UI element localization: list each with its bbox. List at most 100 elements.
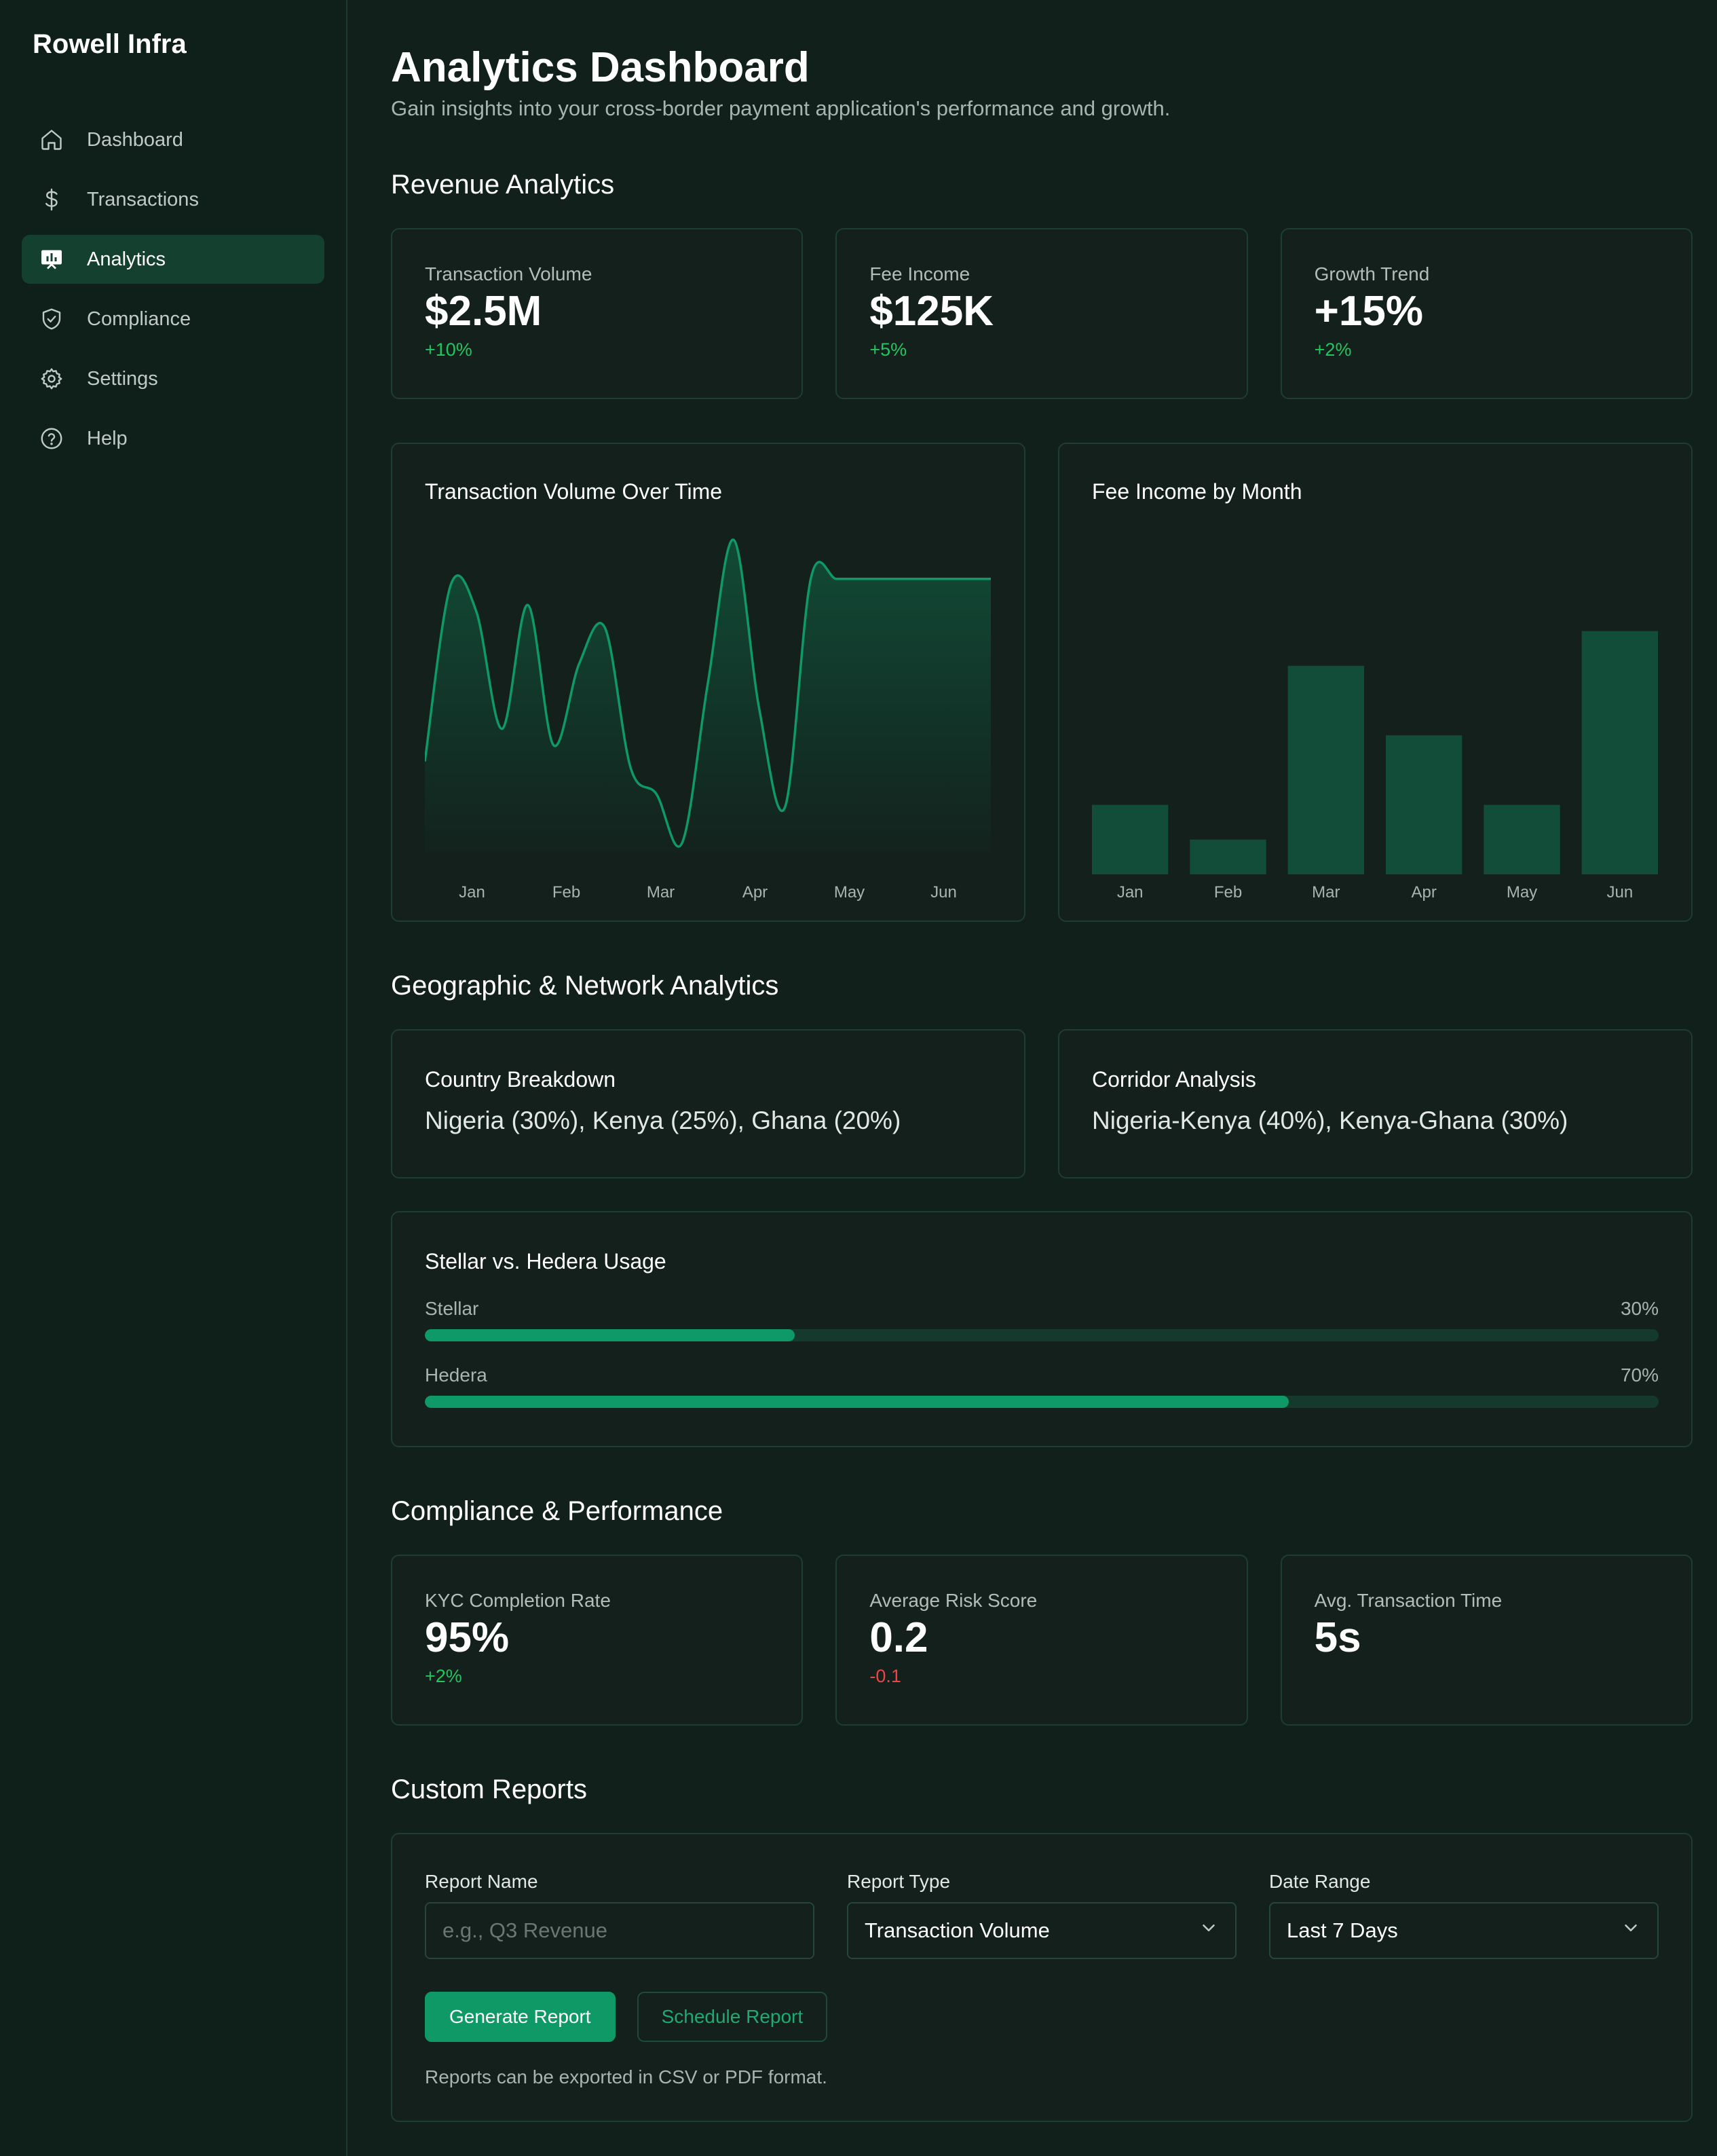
x-tick-label: Mar bbox=[647, 883, 675, 902]
stat-label: Fee Income bbox=[869, 263, 970, 284]
x-tick-label: May bbox=[1507, 883, 1537, 902]
stat-value: $125K bbox=[869, 288, 994, 335]
report-type-group: Report Type Transaction Volume bbox=[847, 1870, 1237, 1959]
fee-bar bbox=[1190, 839, 1266, 874]
geo-row: Country Breakdown Nigeria (30%), Kenya (… bbox=[391, 1029, 1693, 1178]
form-label: Report Type bbox=[847, 1871, 951, 1892]
usage-item-hedera: Hedera 70% bbox=[425, 1363, 1659, 1408]
sidebar-item-label: Compliance bbox=[87, 308, 191, 330]
card-title: Stellar vs. Hedera Usage bbox=[425, 1249, 666, 1274]
brand-logo[interactable]: Rowell Infra bbox=[22, 26, 324, 62]
chart-title: Transaction Volume Over Time bbox=[425, 479, 723, 504]
chart-title: Fee Income by Month bbox=[1092, 479, 1302, 504]
stat-card-transaction-volume: Transaction Volume $2.5M +10% bbox=[391, 228, 804, 399]
revenue-stats: Transaction Volume $2.5M +10% Fee Income… bbox=[391, 228, 1693, 399]
x-tick-label: Jan bbox=[459, 883, 485, 902]
form-label: Report Name bbox=[425, 1871, 538, 1892]
stat-label: Transaction Volume bbox=[425, 263, 592, 284]
stat-value: 5s bbox=[1314, 1614, 1361, 1661]
usage-percent: 30% bbox=[1620, 1298, 1659, 1319]
stat-label: KYC Completion Rate bbox=[425, 1590, 611, 1611]
x-tick-label: Jun bbox=[930, 883, 957, 902]
progress-track bbox=[425, 1396, 1659, 1408]
fee-bar bbox=[1287, 665, 1364, 874]
stat-value: 95% bbox=[425, 1614, 510, 1661]
stat-change: -0.1 bbox=[869, 1666, 901, 1686]
sidebar-item-analytics[interactable]: Analytics bbox=[22, 235, 324, 284]
page-subtitle: Gain insights into your cross-border pay… bbox=[391, 96, 1171, 120]
fee-bar bbox=[1484, 804, 1560, 874]
sidebar-nav: Dashboard Transactions Analytics Complia… bbox=[22, 115, 324, 463]
main-content: Analytics Dashboard Gain insights into y… bbox=[347, 0, 1717, 2156]
section-title-geo: Geographic & Network Analytics bbox=[391, 971, 779, 1001]
custom-report-form: Report Name Report Type Transaction Volu… bbox=[391, 1833, 1693, 2122]
stat-card-transaction-time: Avg. Transaction Time 5s bbox=[1280, 1555, 1693, 1726]
volume-chart-card: Transaction Volume Over Time Jan Feb Mar Ap… bbox=[391, 443, 1025, 922]
fee-bar bbox=[1581, 631, 1658, 874]
export-note: Reports can be exported in CSV or PDF fo… bbox=[425, 2066, 827, 2087]
gear-icon bbox=[38, 365, 65, 392]
schedule-report-button[interactable]: Schedule Report bbox=[637, 1992, 828, 2042]
stat-label: Avg. Transaction Time bbox=[1314, 1590, 1503, 1611]
stat-card-kyc: KYC Completion Rate 95% +2% bbox=[391, 1555, 804, 1726]
corridor-analysis-value: Nigeria-Kenya (40%), Kenya-Ghana (30%) bbox=[1092, 1107, 1568, 1134]
stat-value: 0.2 bbox=[869, 1614, 928, 1661]
home-icon bbox=[38, 126, 65, 153]
x-tick-label: Feb bbox=[552, 883, 580, 902]
progress-fill bbox=[425, 1329, 795, 1341]
section-title-compliance: Compliance & Performance bbox=[391, 1496, 723, 1526]
x-tick-label: Jan bbox=[1117, 883, 1144, 902]
network-usage-card: Stellar vs. Hedera Usage Stellar 30% Hed… bbox=[391, 1211, 1693, 1447]
sidebar-item-label: Dashboard bbox=[87, 128, 183, 151]
usage-item-stellar: Stellar 30% bbox=[425, 1297, 1659, 1341]
fee-bar bbox=[1386, 735, 1463, 874]
card-title: Corridor Analysis bbox=[1092, 1067, 1256, 1092]
x-tick-label: Apr bbox=[1411, 883, 1436, 902]
x-tick-label: Jun bbox=[1606, 883, 1633, 902]
chevron-down-icon bbox=[1199, 1918, 1219, 1944]
compliance-stats: KYC Completion Rate 95% +2% Average Risk… bbox=[391, 1555, 1693, 1726]
generate-report-button[interactable]: Generate Report bbox=[425, 1992, 616, 2042]
stat-card-growth-trend: Growth Trend +15% +2% bbox=[1280, 228, 1693, 399]
stat-value: $2.5M bbox=[425, 288, 542, 335]
stat-change: +2% bbox=[425, 1666, 462, 1686]
select-value: Transaction Volume bbox=[865, 1918, 1050, 1942]
stat-change: +2% bbox=[1314, 339, 1352, 360]
sidebar-item-transactions[interactable]: Transactions bbox=[22, 175, 324, 224]
country-breakdown-card: Country Breakdown Nigeria (30%), Kenya (… bbox=[391, 1029, 1025, 1178]
stat-value: +15% bbox=[1314, 288, 1423, 335]
date-range-group: Date Range Last 7 Days bbox=[1269, 1870, 1659, 1959]
x-tick-label: Mar bbox=[1312, 883, 1340, 902]
x-tick-label: May bbox=[834, 883, 865, 902]
x-tick-label: Feb bbox=[1214, 883, 1242, 902]
usage-label: Hedera bbox=[425, 1364, 487, 1386]
sidebar-item-help[interactable]: Help bbox=[22, 414, 324, 463]
section-title-reports: Custom Reports bbox=[391, 1774, 587, 1804]
stat-card-risk-score: Average Risk Score 0.2 -0.1 bbox=[835, 1555, 1248, 1726]
progress-fill bbox=[425, 1396, 1289, 1408]
help-icon bbox=[38, 425, 65, 452]
x-tick-label: Apr bbox=[742, 883, 768, 902]
sidebar-item-label: Analytics bbox=[87, 248, 166, 270]
page-title: Analytics Dashboard bbox=[391, 44, 810, 91]
usage-percent: 70% bbox=[1620, 1364, 1659, 1386]
dollar-icon bbox=[38, 186, 65, 213]
stat-label: Growth Trend bbox=[1314, 263, 1430, 284]
country-breakdown-value: Nigeria (30%), Kenya (25%), Ghana (20%) bbox=[425, 1107, 901, 1134]
report-name-input[interactable] bbox=[425, 1902, 814, 1959]
chart-row: Transaction Volume Over Time Jan Feb Mar Ap… bbox=[391, 443, 1693, 922]
section-title-revenue: Revenue Analytics bbox=[391, 170, 615, 200]
sidebar-item-dashboard[interactable]: Dashboard bbox=[22, 115, 324, 164]
report-type-select[interactable]: Transaction Volume bbox=[847, 1902, 1237, 1959]
stat-label: Average Risk Score bbox=[869, 1590, 1038, 1611]
fee-chart-card: Fee Income by Month Jan Feb Mar Apr May Jun bbox=[1058, 443, 1693, 922]
sidebar-item-compliance[interactable]: Compliance bbox=[22, 295, 324, 343]
sidebar-item-label: Settings bbox=[87, 367, 158, 390]
date-range-select[interactable]: Last 7 Days bbox=[1269, 1902, 1659, 1959]
report-name-group: Report Name bbox=[425, 1870, 814, 1959]
sidebar-item-settings[interactable]: Settings bbox=[22, 354, 324, 403]
sidebar-item-label: Transactions bbox=[87, 188, 199, 210]
card-title: Country Breakdown bbox=[425, 1067, 616, 1092]
stat-change: +5% bbox=[869, 339, 907, 360]
form-label: Date Range bbox=[1269, 1871, 1371, 1892]
